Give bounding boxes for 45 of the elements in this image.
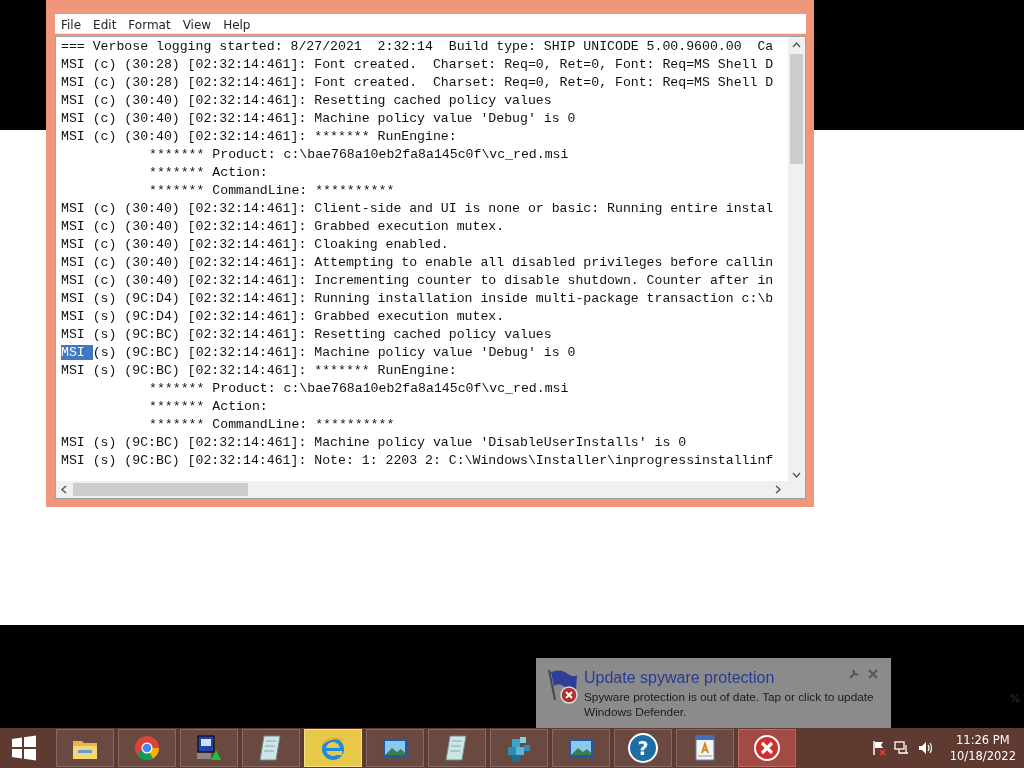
notification-message: Spyware protection is out of date. Tap or click to update Windows Defender.: [584, 690, 875, 720]
log-line: ******* Action:: [149, 164, 268, 182]
taskbar-clock[interactable]: 11:26 PM 10/18/2022: [949, 732, 1016, 764]
log-line: MSI (s) (9C:BC) [02:32:14:461]: Machine policy value 'DisableUserInstalls' is 0: [61, 434, 687, 452]
taskbar-button[interactable]: ?: [614, 729, 672, 767]
log-line: MSI (c) (30:40) [02:32:14:461]: Attempting to enable all disabled privileges before callin: [61, 254, 774, 272]
log-line: MSI (s) (9C:D4) [02:32:14:461]: Grabbed execution mutex.: [61, 308, 505, 326]
log-line: ******* CommandLine: **********: [149, 416, 395, 434]
log-line: MSI (c) (30:28) [02:32:14:461]: Font created. Charset: Req=0, Ret=0, Font: Req=MS Shell D: [61, 56, 774, 74]
log-line: MSI (c) (30:40) [02:32:14:461]: Machine policy value 'Debug' is 0: [61, 110, 576, 128]
menu-item[interactable]: Format: [122, 13, 177, 34]
log-line: MSI (s) (9C:D4) [02:32:14:461]: Running installation inside multi-package transaction c:\b: [61, 290, 774, 308]
installer-icon: [194, 733, 224, 763]
network-icon[interactable]: [893, 741, 910, 755]
vertical-scrollbar[interactable]: [788, 37, 805, 483]
log-line: MSI (s) (9C:BC) [02:32:14:461]: Note: 1: 2203 2: C:\Windows\Installer\inprogressinstallinf: [61, 452, 774, 470]
log-line: === Verbose logging started: 8/27/2021 2:32:14 Build type: SHIP UNICODE 5.00.9600.00 Ca: [61, 38, 774, 56]
browser-icon: [132, 733, 162, 763]
help-icon: ?: [628, 733, 658, 763]
log-line: MSI (c) (30:40) [02:32:14:461]: ******* RunEngine:: [61, 128, 457, 146]
log-line: MSI (c) (30:40) [02:32:14:461]: Incrementing counter to disable shutdown. Counter after in: [61, 272, 774, 290]
log-line: ******* Action:: [149, 398, 268, 416]
menu-item[interactable]: Edit: [87, 13, 123, 34]
selected-text: MSI: [61, 345, 93, 360]
log-line: ******* Product: c:\bae768a10eb2fa8a145c0f\vc_red.msi: [149, 146, 569, 164]
text-fragment: %: [1010, 691, 1021, 707]
log-line: MSI (c) (30:40) [02:32:14:461]: Grabbed execution mutex.: [61, 218, 505, 236]
flag-alert-icon[interactable]: [871, 740, 886, 756]
log-line: MSI (c) (30:28) [02:32:14:461]: Font created. Charset: Req=0, Ret=0, Font: Req=MS Shell D: [61, 74, 774, 92]
error-icon: [752, 733, 782, 763]
notification-title: Update spyware protection: [584, 668, 775, 687]
flag-warning-icon: [546, 668, 580, 704]
speaker-icon[interactable]: [917, 741, 934, 755]
log-line: ******* Product: c:\bae768a10eb2fa8a145c0f\vc_red.msi: [149, 380, 569, 398]
log-text: (s) (9C:BC) [02:32:14:461]: Machine policy value 'Debug' is 0: [92, 345, 576, 360]
log-line: ******* CommandLine: **********: [149, 182, 395, 200]
windows-logo-icon: [11, 735, 37, 761]
log-line: MSI (c) (30:40) [02:32:14:461]: Client-side and UI is none or basic: Running entire instal: [61, 200, 774, 218]
log-line: MSI (s) (9C:BC) [02:32:14:461]: ******* RunEngine:: [61, 362, 457, 380]
menu-item[interactable]: Help: [217, 13, 257, 34]
log-line: MSI (c) (30:40) [02:32:14:461]: Cloaking enabled.: [61, 236, 449, 254]
log-line: MSI (c) (30:40) [02:32:14:461]: Resetting cached policy values: [61, 92, 552, 110]
menu-item[interactable]: File: [55, 13, 88, 34]
menu-item[interactable]: View: [176, 13, 218, 34]
log-line: MSI (s) (9C:BC) [02:32:14:461]: Resetting cached policy values: [61, 326, 552, 344]
